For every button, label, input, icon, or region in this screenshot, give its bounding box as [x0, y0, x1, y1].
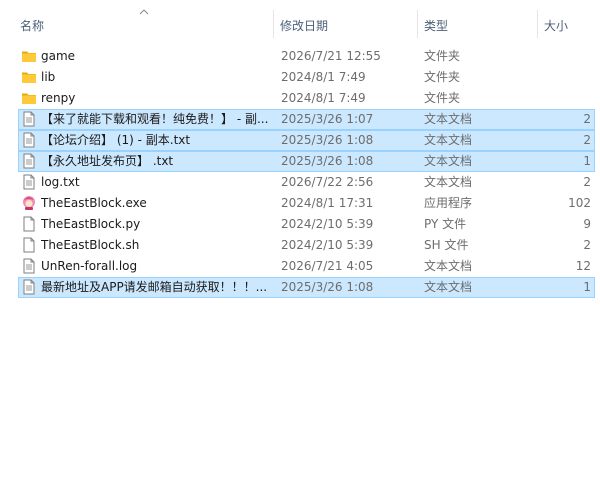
- file-name-cell[interactable]: UnRen-forall.log: [21, 256, 271, 277]
- file-name: TheEastBlock.exe: [41, 196, 147, 210]
- text-file-icon: [21, 132, 37, 148]
- file-type: 文本文档: [424, 133, 473, 147]
- file-date: 2024/2/10 5:39: [281, 217, 374, 231]
- text-file-icon: [21, 258, 37, 274]
- file-date: 2024/2/10 5:39: [281, 238, 374, 252]
- file-type: 文件夹: [424, 70, 461, 84]
- file-size: 2: [583, 112, 591, 126]
- file-row[interactable]: log.txt 2026/7/22 2:56 文本文档 2: [0, 172, 600, 193]
- file-name-cell[interactable]: 最新地址及APP请发邮箱自动获取！！！...: [21, 277, 271, 298]
- file-date: 2025/3/26 1:08: [281, 133, 374, 147]
- file-name-cell[interactable]: game: [21, 46, 271, 67]
- column-header-name[interactable]: 名称: [14, 0, 274, 37]
- file-row[interactable]: 【来了就能下载和观看！纯免费！】 - 副... 2025/3/26 1:07 文本文…: [18, 109, 595, 130]
- file-name: log.txt: [41, 175, 80, 189]
- file-size: 2: [583, 175, 591, 189]
- text-file-icon: [21, 279, 37, 295]
- file-row[interactable]: 【论坛介绍】 (1) - 副本.txt 2025/3/26 1:08 文本文档 2: [18, 130, 595, 151]
- file-row[interactable]: UnRen-forall.log 2026/7/21 4:05 文本文档 12: [0, 256, 600, 277]
- file-date: 2025/3/26 1:08: [281, 154, 374, 168]
- file-size: 9: [583, 217, 591, 231]
- file-name: 【论坛介绍】 (1) - 副本.txt: [41, 133, 191, 147]
- file-name: TheEastBlock.py: [41, 217, 141, 231]
- column-header-date[interactable]: 修改日期: [274, 0, 417, 37]
- file-name: 最新地址及APP请发邮箱自动获取！！！...: [41, 280, 268, 294]
- file-row[interactable]: 最新地址及APP请发邮箱自动获取！！！... 2025/3/26 1:08 文本文档…: [18, 277, 595, 298]
- file-row[interactable]: TheEastBlock.py 2024/2/10 5:39 PY 文件 9: [0, 214, 600, 235]
- column-header-size[interactable]: 大小: [538, 0, 598, 37]
- file-name: 【永久地址发布页】 .txt: [41, 154, 174, 168]
- file-type: SH 文件: [424, 238, 469, 252]
- file-name-cell[interactable]: 【来了就能下载和观看！纯免费！】 - 副...: [21, 109, 271, 130]
- file-date: 2026/7/21 4:05: [281, 259, 374, 273]
- file-name-cell[interactable]: lib: [21, 67, 271, 88]
- file-name-cell[interactable]: renpy: [21, 88, 271, 109]
- file-date: 2025/3/26 1:07: [281, 112, 374, 126]
- file-size: 12: [575, 259, 591, 273]
- file-name-cell[interactable]: 【论坛介绍】 (1) - 副本.txt: [21, 130, 271, 151]
- file-name: TheEastBlock.sh: [41, 238, 140, 252]
- file-row[interactable]: renpy 2024/8/1 7:49 文件夹: [0, 88, 600, 109]
- file-type: 应用程序: [424, 196, 473, 210]
- file-type: 文本文档: [424, 175, 473, 189]
- app-exe-icon: [21, 195, 37, 211]
- folder-icon: [21, 48, 37, 64]
- file-size: [530, 67, 591, 88]
- file-size: 1: [583, 154, 591, 168]
- file-name: game: [41, 49, 76, 63]
- file-name-cell[interactable]: TheEastBlock.py: [21, 214, 271, 235]
- text-file-icon: [21, 153, 37, 169]
- file-type: 文件夹: [424, 49, 461, 63]
- file-size: 1: [583, 280, 591, 294]
- file-row[interactable]: 【永久地址发布页】 .txt 2025/3/26 1:08 文本文档 1: [18, 151, 595, 172]
- file-date: 2025/3/26 1:08: [281, 280, 374, 294]
- column-header-type[interactable]: 类型: [418, 0, 537, 37]
- file-type: PY 文件: [424, 217, 467, 231]
- blank-file-icon: [21, 216, 37, 232]
- file-date: 2024/8/1 17:31: [281, 196, 374, 210]
- file-type: 文本文档: [424, 280, 473, 294]
- file-date: 2024/8/1 7:49: [281, 70, 366, 84]
- file-date: 2026/7/22 2:56: [281, 175, 374, 189]
- file-size: 102: [568, 196, 591, 210]
- file-row[interactable]: lib 2024/8/1 7:49 文件夹: [0, 67, 600, 88]
- file-name-cell[interactable]: 【永久地址发布页】 .txt: [21, 151, 271, 172]
- file-date: 2024/8/1 7:49: [281, 91, 366, 105]
- file-name-cell[interactable]: log.txt: [21, 172, 271, 193]
- text-file-icon: [21, 111, 37, 127]
- file-name: 【来了就能下载和观看！纯免费！】 - 副...: [41, 112, 269, 126]
- folder-icon: [21, 69, 37, 85]
- file-type: 文件夹: [424, 91, 461, 105]
- file-row[interactable]: TheEastBlock.sh 2024/2/10 5:39 SH 文件 2: [0, 235, 600, 256]
- file-row[interactable]: game 2026/7/21 12:55 文件夹: [0, 46, 600, 67]
- folder-icon: [21, 90, 37, 106]
- file-name-cell[interactable]: TheEastBlock.exe: [21, 193, 271, 214]
- file-list: game 2026/7/21 12:55 文件夹 lib 2024/8/1 7:49 文件…: [0, 46, 600, 298]
- file-name: UnRen-forall.log: [41, 259, 138, 273]
- file-name: lib: [41, 70, 56, 84]
- file-name-cell[interactable]: TheEastBlock.sh: [21, 235, 271, 256]
- file-type: 文本文档: [424, 154, 473, 168]
- file-explorer: 名称 修改日期 类型 大小 game 2026/7/21 12:55 文件夹 lib 2…: [0, 0, 600, 482]
- column-header-bar: 名称 修改日期 类型 大小: [0, 0, 600, 38]
- file-size: 2: [583, 133, 591, 147]
- file-type: 文本文档: [424, 112, 473, 126]
- file-row[interactable]: TheEastBlock.exe 2024/8/1 17:31 应用程序 102: [0, 193, 600, 214]
- blank-file-icon: [21, 237, 37, 253]
- file-date: 2026/7/21 12:55: [281, 49, 381, 63]
- file-size: 2: [583, 238, 591, 252]
- text-file-icon: [21, 174, 37, 190]
- file-size: [530, 88, 591, 109]
- file-type: 文本文档: [424, 259, 473, 273]
- file-name: renpy: [41, 91, 76, 105]
- file-size: [530, 46, 591, 67]
